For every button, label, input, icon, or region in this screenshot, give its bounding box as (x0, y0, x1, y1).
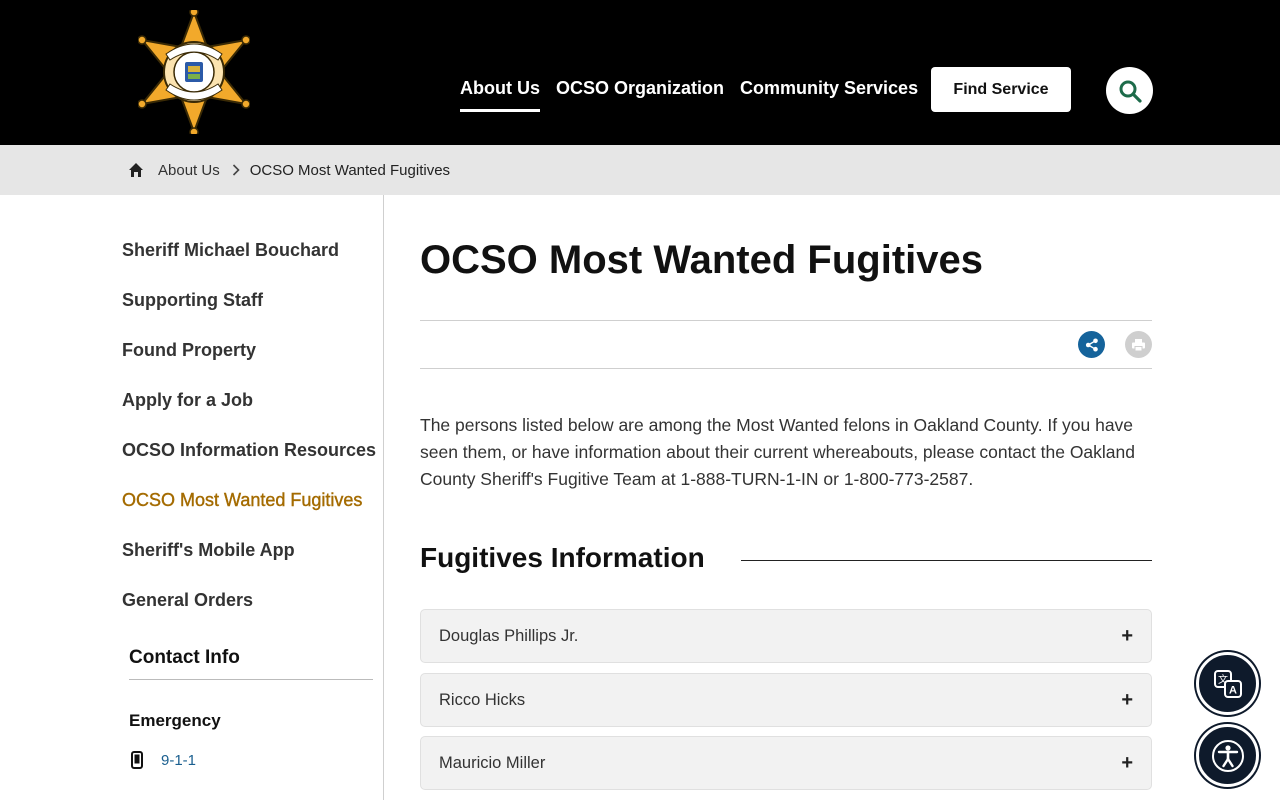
breadcrumb: About Us OCSO Most Wanted Fugitives (0, 145, 1280, 195)
translate-icon: 文 A (1213, 669, 1242, 698)
plus-icon: + (1121, 688, 1133, 711)
sidebar: Sheriff Michael Bouchard Supporting Staf… (0, 195, 384, 800)
nav-ocso-organization[interactable]: OCSO Organization (556, 78, 724, 112)
emergency-label: Emergency (129, 711, 221, 730)
printer-icon (1132, 338, 1145, 351)
accessibility-icon (1211, 739, 1244, 772)
breadcrumb-about-us[interactable]: About Us (158, 162, 220, 179)
title-divider-top (420, 320, 1152, 321)
contact-divider (129, 679, 373, 680)
share-button[interactable] (1078, 331, 1105, 358)
fugitive-accordion-item[interactable]: Ricco Hicks + (420, 673, 1152, 727)
title-divider-bottom (420, 368, 1152, 369)
sidebar-item-apply-for-a-job[interactable]: Apply for a Job (122, 390, 253, 411)
section-divider (741, 560, 1152, 561)
fugitive-accordion-item[interactable]: Mauricio Miller + (420, 736, 1152, 790)
sidebar-item-ocso-information-resources[interactable]: OCSO Information Resources (122, 440, 376, 461)
chevron-right-icon (232, 164, 240, 176)
share-icon (1085, 338, 1098, 351)
nav-community-services[interactable]: Community Services (740, 78, 918, 112)
nav-about-us[interactable]: About Us (460, 78, 540, 112)
sidebar-item-ocso-most-wanted-fugitives[interactable]: OCSO Most Wanted Fugitives (122, 490, 363, 511)
sidebar-item-supporting-staff[interactable]: Supporting Staff (122, 290, 263, 311)
emergency-phone-link[interactable]: 9-1-1 (161, 752, 196, 769)
search-button[interactable] (1106, 67, 1153, 114)
fugitive-name: Ricco Hicks (439, 690, 526, 709)
print-button[interactable] (1125, 331, 1152, 358)
translate-button[interactable]: 文 A (1196, 652, 1259, 715)
plus-icon: + (1121, 751, 1133, 774)
contact-info-heading: Contact Info (129, 647, 240, 668)
fugitive-name: Douglas Phillips Jr. (439, 626, 579, 645)
sheriff-badge-logo[interactable] (137, 7, 251, 137)
sidebar-item-sheriff-michael-bouchard[interactable]: Sheriff Michael Bouchard (122, 240, 339, 261)
breadcrumb-current: OCSO Most Wanted Fugitives (249, 161, 451, 179)
sidebar-item-general-orders[interactable]: General Orders (122, 590, 253, 611)
page-title: OCSO Most Wanted Fugitives (420, 238, 983, 282)
svg-text:A: A (1229, 684, 1237, 696)
home-icon[interactable] (128, 162, 144, 178)
sidebar-item-found-property[interactable]: Found Property (122, 340, 256, 361)
site-header: About Us OCSO Organization Community Ser… (0, 0, 1280, 145)
sidebar-item-sheriffs-mobile-app[interactable]: Sheriff's Mobile App (122, 540, 295, 561)
emergency-phone-row: 9-1-1 (131, 751, 196, 769)
mobile-phone-icon (131, 751, 143, 769)
section-title: Fugitives Information (420, 542, 705, 573)
intro-paragraph: The persons listed below are among the M… (420, 415, 1136, 489)
plus-icon: + (1121, 624, 1133, 647)
fugitive-accordion-item[interactable]: Douglas Phillips Jr. + (420, 609, 1152, 663)
find-service-button[interactable]: Find Service (931, 67, 1071, 112)
search-icon (1119, 80, 1142, 103)
accessibility-button[interactable] (1196, 724, 1259, 787)
main-nav: About Us OCSO Organization Community Ser… (460, 78, 918, 112)
fugitive-name: Mauricio Miller (439, 753, 546, 772)
